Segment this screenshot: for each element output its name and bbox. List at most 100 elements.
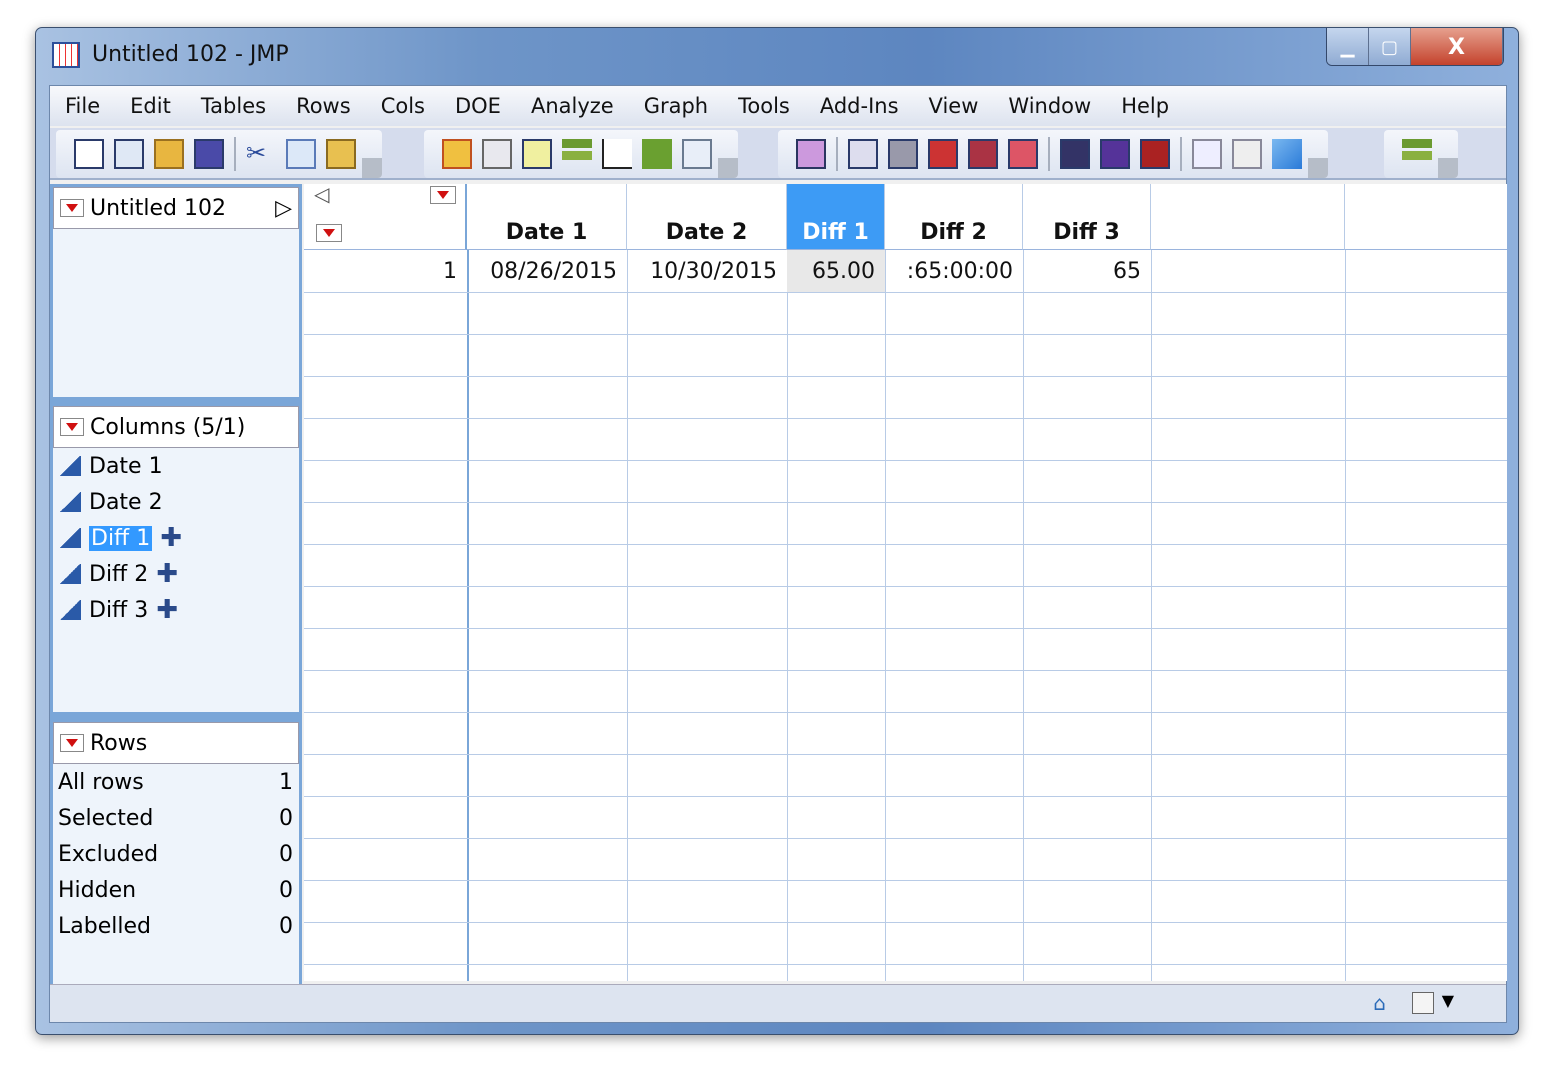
column-item[interactable]: Diff 3 ✚ <box>53 592 299 628</box>
grid-row-line <box>304 712 1507 713</box>
jmp-window: Untitled 102 - JMP ▁ ▢ X File Edit Table… <box>35 27 1519 1035</box>
grid-row-line <box>304 376 1507 377</box>
window-title: Untitled 102 - JMP <box>92 42 289 67</box>
new-script-icon[interactable] <box>114 139 144 169</box>
columns-panel-header[interactable]: Columns (5/1) <box>53 406 299 448</box>
collapse-arrow-icon[interactable]: ◁ <box>314 184 329 206</box>
rows-panel-header[interactable]: Rows <box>53 722 299 764</box>
column-header-date-1[interactable]: Date 1 <box>467 184 627 250</box>
rows-hidden: Hidden 0 <box>58 877 293 903</box>
copy-icon[interactable] <box>286 139 316 169</box>
menu-rows[interactable]: Rows <box>296 86 365 126</box>
grid-row-line <box>304 586 1507 587</box>
continuous-icon <box>59 492 81 512</box>
column-label: Diff 1 <box>89 525 153 551</box>
grid-row-line <box>304 418 1507 419</box>
grid-column-line <box>787 250 788 981</box>
cell-diff-2[interactable]: :65:00:00 <box>885 250 1023 292</box>
data-table-icon[interactable] <box>442 139 472 169</box>
formula-plus-icon[interactable]: ✚ <box>160 523 182 553</box>
close-button[interactable]: X <box>1411 28 1503 65</box>
column-item[interactable]: Diff 1 ✚ <box>53 520 299 556</box>
cell-date-1[interactable]: 08/26/2015 <box>467 250 627 292</box>
blue-square-icon[interactable] <box>1272 139 1302 169</box>
menu-tools[interactable]: Tools <box>738 86 804 126</box>
column-item[interactable]: Diff 2 ✚ <box>53 556 299 592</box>
menu-graph[interactable]: Graph <box>644 86 722 126</box>
menu-help[interactable]: Help <box>1121 86 1183 126</box>
join-icon[interactable] <box>928 139 958 169</box>
home-icon[interactable]: ⌂ <box>1373 991 1386 1015</box>
column-label: Diff 2 <box>89 561 149 587</box>
stack-icon[interactable] <box>848 139 878 169</box>
grid-row-line <box>304 880 1507 881</box>
menu-view[interactable]: View <box>929 86 993 126</box>
menu-doe[interactable]: DOE <box>455 86 515 126</box>
red-triangle-menu-icon[interactable] <box>60 199 84 217</box>
data-grid: ◁ Date 1 Date 2 Diff 1 Diff 2 Diff 3 1 0… <box>304 184 1507 981</box>
cell-diff-3[interactable]: 65 <box>1023 250 1151 292</box>
subset-icon[interactable] <box>1192 139 1222 169</box>
row-number[interactable]: 1 <box>304 250 467 292</box>
grid-column-line <box>627 250 628 981</box>
formula-plus-icon[interactable]: ✚ <box>156 559 178 589</box>
column-header-date-2[interactable]: Date 2 <box>627 184 787 250</box>
cut-icon[interactable]: ✂ <box>246 139 276 169</box>
fit-y-by-x-icon[interactable] <box>602 139 632 169</box>
rows-excluded: Excluded 0 <box>58 841 293 867</box>
menu-window[interactable]: Window <box>1008 86 1105 126</box>
status-bar: ⌂ ▼ <box>50 984 1506 1022</box>
new-data-table-icon[interactable] <box>74 139 104 169</box>
update-icon[interactable] <box>1060 139 1090 169</box>
dropdown-arrow-icon[interactable]: ▼ <box>1442 991 1454 1010</box>
red-triangle-menu-icon[interactable] <box>60 418 84 436</box>
split-icon[interactable] <box>796 139 826 169</box>
summary-icon[interactable] <box>1140 139 1170 169</box>
rows-selected: Selected 0 <box>58 805 293 831</box>
transpose-icon[interactable] <box>968 139 998 169</box>
column-item[interactable]: Date 1 <box>53 448 299 484</box>
merge-icon[interactable] <box>1100 139 1130 169</box>
grid-column-line <box>1151 250 1152 981</box>
expand-arrow-icon[interactable]: ▷ <box>275 196 292 221</box>
concatenate-icon[interactable] <box>1008 139 1038 169</box>
cell-date-2[interactable]: 10/30/2015 <box>627 250 787 292</box>
sort-icon[interactable] <box>888 139 918 169</box>
column-header-diff-1[interactable]: Diff 1 <box>787 184 885 250</box>
columns-red-triangle-icon[interactable] <box>430 186 456 204</box>
bar-chart-small-icon[interactable] <box>1402 139 1432 169</box>
red-triangle-menu-icon[interactable] <box>60 734 84 752</box>
window-list-icon[interactable] <box>1412 992 1434 1014</box>
cell-diff-1[interactable]: 65.00 <box>787 250 885 292</box>
bar-chart-icon[interactable] <box>562 139 592 169</box>
formula-plus-icon[interactable]: ✚ <box>156 595 178 625</box>
column-item[interactable]: Date 2 <box>53 484 299 520</box>
menu-bar: File Edit Tables Rows Cols DOE Analyze G… <box>50 86 1506 126</box>
column-header-diff-2[interactable]: Diff 2 <box>885 184 1023 250</box>
calculator-icon[interactable] <box>482 139 512 169</box>
menu-add-ins[interactable]: Add-Ins <box>820 86 913 126</box>
rows-title: Rows <box>90 730 148 756</box>
grid-column-line <box>1023 250 1024 981</box>
maximize-button[interactable]: ▢ <box>1369 28 1411 65</box>
fit-model-icon[interactable] <box>642 139 672 169</box>
paste-icon[interactable] <box>326 139 356 169</box>
menu-cols[interactable]: Cols <box>381 86 439 126</box>
minimize-button[interactable]: ▁ <box>1327 28 1369 65</box>
grid-row-line <box>304 796 1507 797</box>
open-folder-icon[interactable] <box>154 139 184 169</box>
menu-file[interactable]: File <box>65 86 114 126</box>
continuous-icon <box>59 564 81 584</box>
grid-row-line <box>304 460 1507 461</box>
menu-tables[interactable]: Tables <box>201 86 280 126</box>
table-panel-header[interactable]: Untitled 102 ▷ <box>53 187 299 229</box>
save-icon[interactable] <box>194 139 224 169</box>
rows-red-triangle-icon[interactable] <box>316 224 342 242</box>
menu-analyze[interactable]: Analyze <box>531 86 628 126</box>
edit-script-icon[interactable] <box>682 139 712 169</box>
search-table-icon[interactable] <box>1232 139 1262 169</box>
grid-row-line <box>304 964 1507 965</box>
column-header-diff-3[interactable]: Diff 3 <box>1023 184 1151 250</box>
distribution-grid-icon[interactable] <box>522 139 552 169</box>
menu-edit[interactable]: Edit <box>130 86 185 126</box>
